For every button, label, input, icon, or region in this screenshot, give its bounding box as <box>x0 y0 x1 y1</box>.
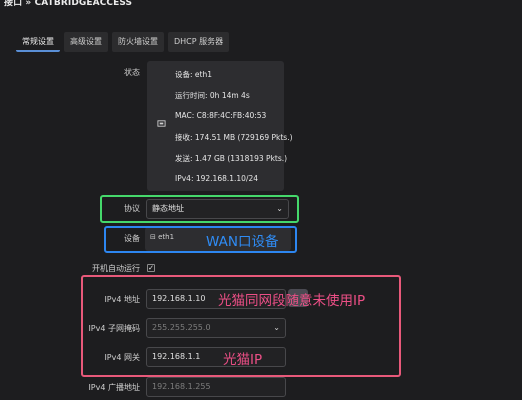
status-device: 设备: eth1 <box>175 70 212 79</box>
tab-bar: 常规设置 高级设置 防火墙设置 DHCP 服务器 <box>16 32 230 52</box>
status-ipv4: IPv4: 192.168.1.10/24 <box>175 174 259 183</box>
ipv4-broadcast-label: IPv4 广播地址 <box>88 383 140 392</box>
autostart-checkbox[interactable]: ✓ <box>147 264 155 272</box>
status-tx: 发送: 1.47 GB (1318193 Pkts.) <box>175 154 288 163</box>
ipv4-broadcast-input[interactable]: 192.168.1.255 <box>146 377 286 397</box>
status-rx: 接收: 174.51 MB (729169 Pkts.) <box>175 133 293 142</box>
page-title: 接口 » CATBRIDGEACCESS <box>4 0 133 8</box>
tab-firewall[interactable]: 防火墙设置 <box>112 32 164 52</box>
tab-dhcp[interactable]: DHCP 服务器 <box>168 32 230 52</box>
gateway-annotation: 光猫IP <box>223 352 263 368</box>
same-segment-annotation: 光猫同网段随意未使用IP <box>218 293 366 309</box>
wan-annotation: WAN口设备 <box>206 234 279 250</box>
protocol-highlight <box>100 195 299 223</box>
autostart-label: 开机自动运行 <box>92 264 140 273</box>
tab-advanced[interactable]: 高级设置 <box>64 32 108 52</box>
tab-general[interactable]: 常规设置 <box>16 32 60 52</box>
checkmark-icon: ✓ <box>148 264 154 272</box>
status-uptime: 运行时间: 0h 14m 4s <box>175 91 250 100</box>
status-label: 状态 <box>124 68 140 77</box>
status-panel: 设备: eth1 运行时间: 0h 14m 4s MAC: C8:8F:4C:F… <box>147 61 293 191</box>
ethernet-port-icon <box>157 120 166 127</box>
status-mac: MAC: C8:8F:4C:FB:40:53 <box>175 111 267 120</box>
